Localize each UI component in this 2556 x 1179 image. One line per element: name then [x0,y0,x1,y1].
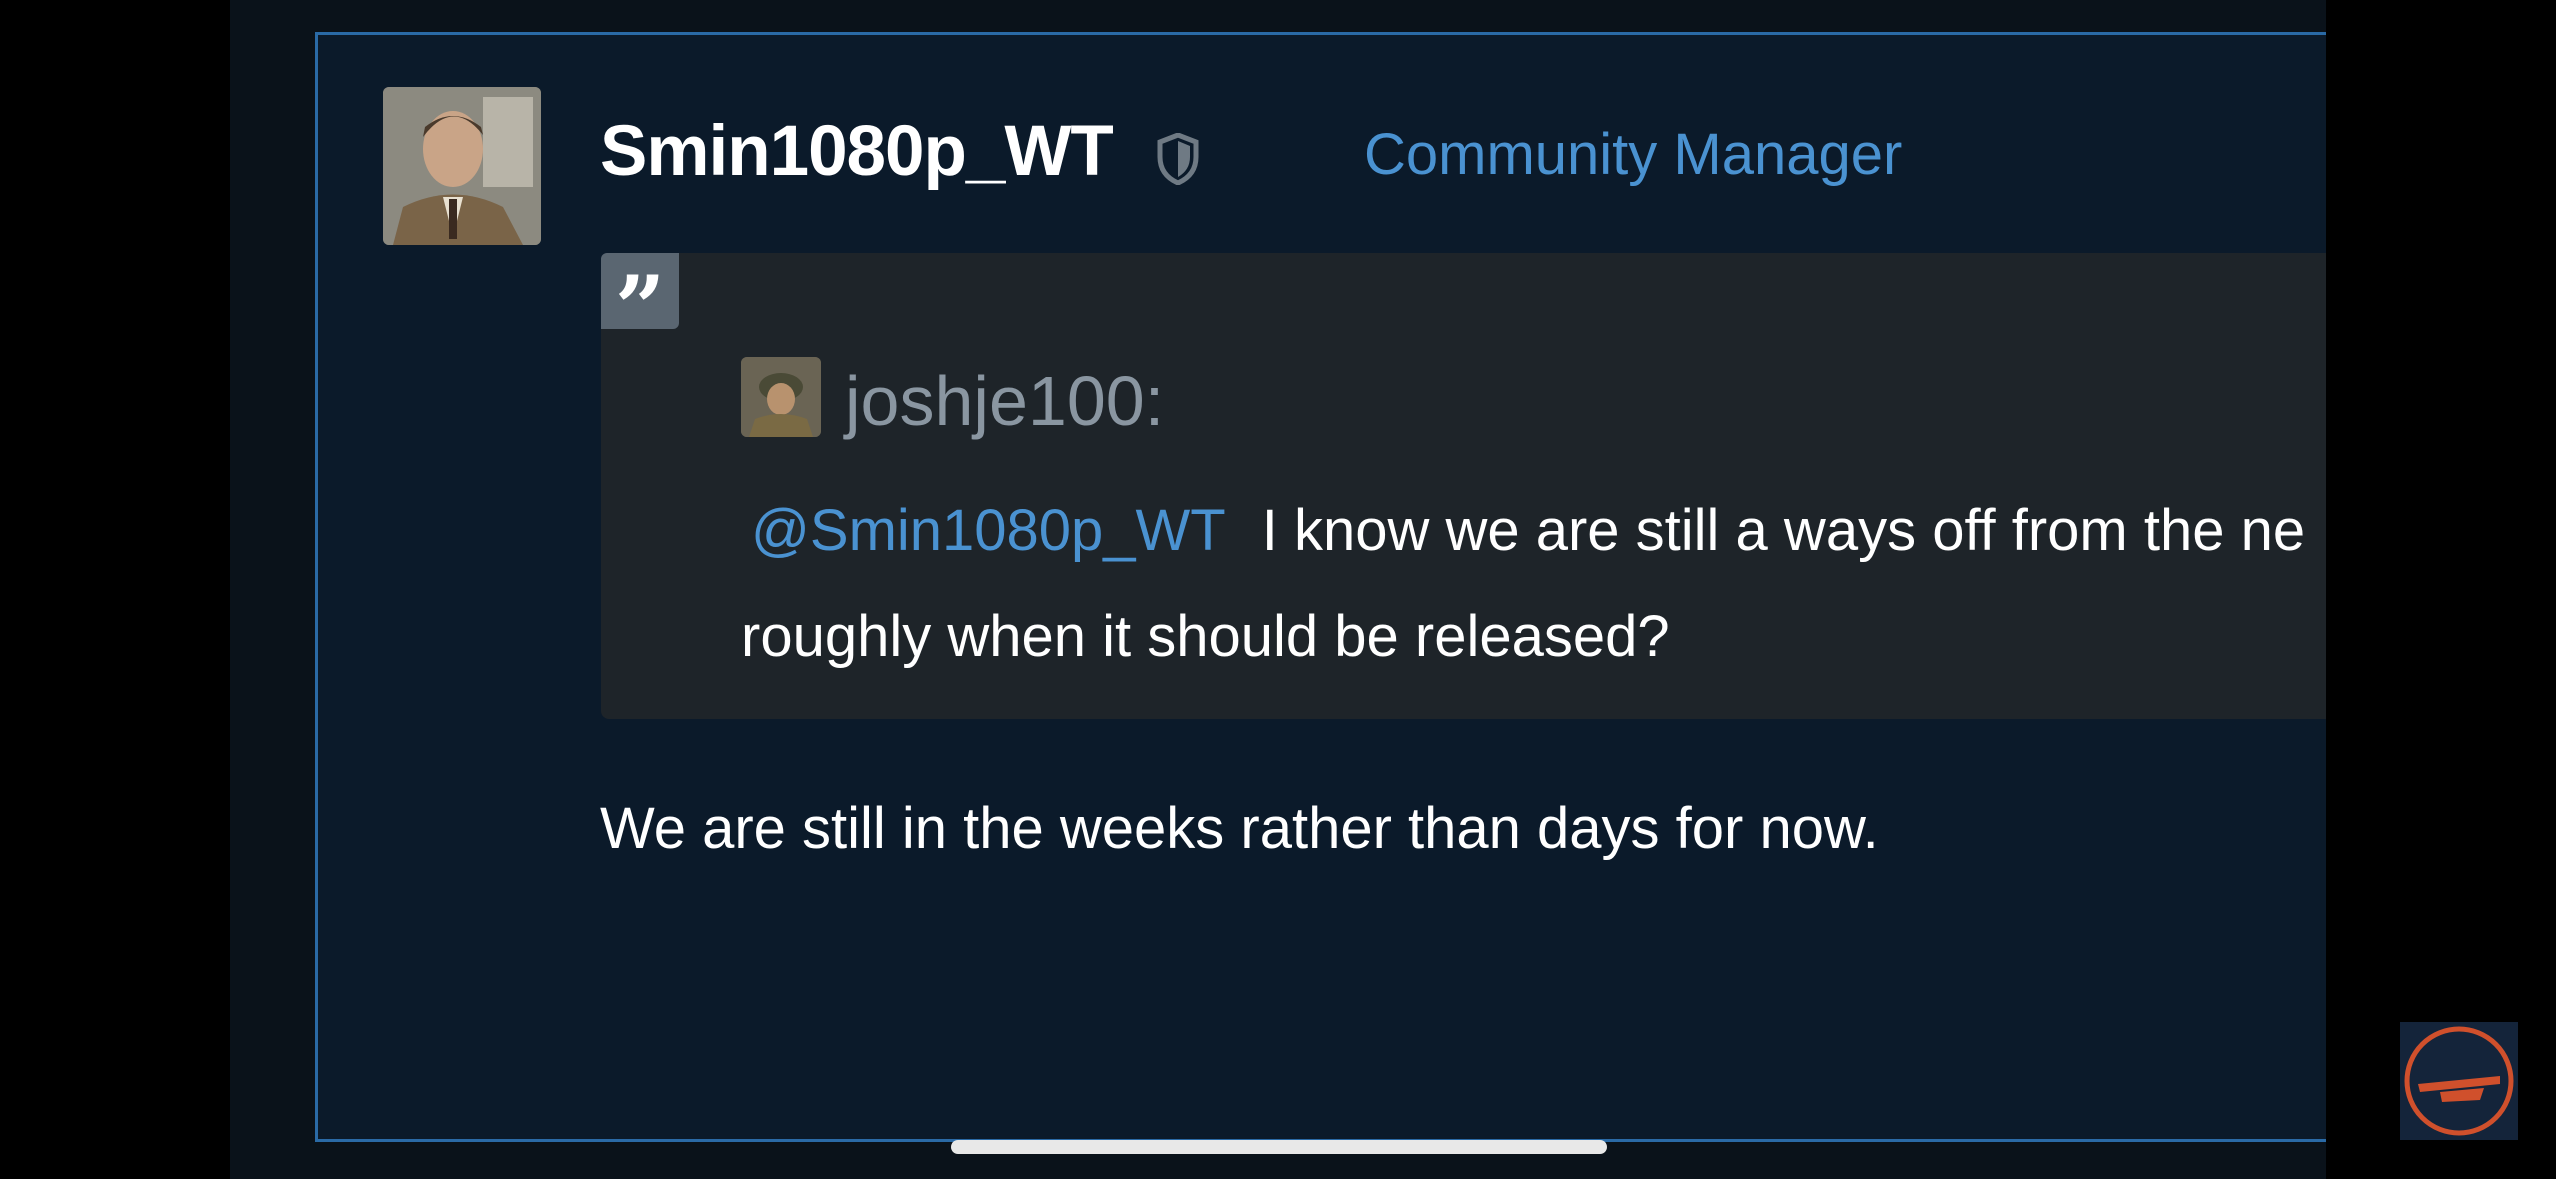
quoted-text-line-2: roughly when it should be released? [741,604,1670,669]
reply-text: We are still in the weeks rather than da… [600,796,1879,861]
quote-icon: ” [601,253,679,360]
role-badge: Community Manager [1364,122,1903,187]
quoted-username[interactable]: joshje100: [845,361,1164,441]
avatar[interactable] [383,87,541,245]
channel-logo [2400,1022,2518,1140]
forum-post: Smin1080p_WT Community Manager ” joshje1… [315,32,2326,1142]
post-username[interactable]: Smin1080p_WT [600,111,1114,192]
quote-block: ” joshje100: @Smin1080p_WT I know we are … [601,253,2326,719]
home-indicator[interactable] [951,1140,1607,1154]
quoted-text-line: @Smin1080p_WT I know we are still a ways … [751,497,2305,564]
forum-screenshot: Smin1080p_WT Community Manager ” joshje1… [230,0,2326,1179]
quoted-text: I know we are still a ways off from the … [1261,498,2306,563]
shield-icon [1156,132,1200,186]
quoted-user-avatar[interactable] [741,357,821,437]
video-frame: Smin1080p_WT Community Manager ” joshje1… [0,0,2556,1179]
mention-link[interactable]: @Smin1080p_WT [751,498,1226,563]
